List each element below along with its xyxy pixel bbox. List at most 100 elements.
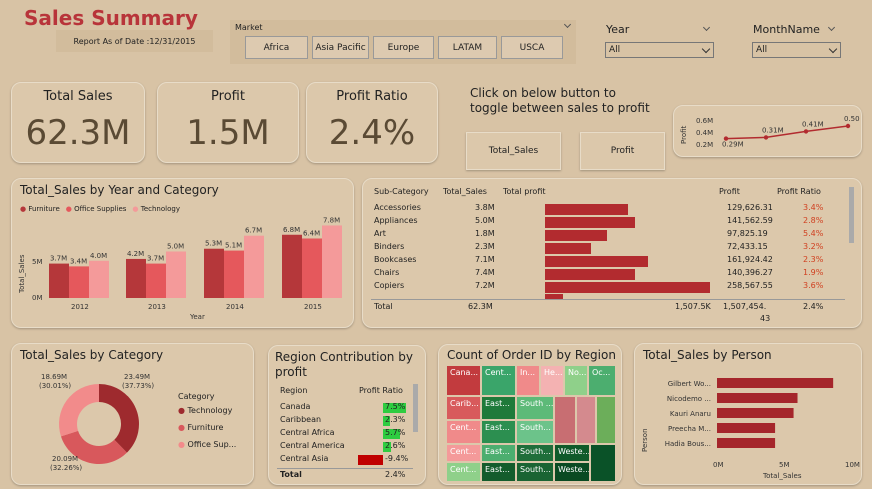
treemap-tile[interactable]: Cent... bbox=[447, 445, 480, 461]
table-row[interactable]: Caribbean 2.3% bbox=[269, 415, 425, 428]
row-subcategory: Binders bbox=[374, 242, 405, 251]
treemap-tile[interactable] bbox=[591, 445, 615, 481]
table-row[interactable]: Chairs 7.4M 140,396.27 1.9% bbox=[363, 268, 861, 281]
profit-bar bbox=[545, 217, 636, 228]
treemap-tile[interactable]: Cent... bbox=[482, 366, 515, 395]
donut-slice bbox=[59, 384, 99, 437]
treemap-tile[interactable]: East... bbox=[482, 445, 515, 461]
year-category-card: Total_Sales by Year and Category ● Furni… bbox=[11, 178, 354, 328]
table-row[interactable]: Art 1.8M 97,825.19 5.4% bbox=[363, 229, 861, 242]
treemap-tile[interactable]: Cana... bbox=[447, 366, 480, 395]
treemap-tile[interactable]: East... bbox=[482, 421, 515, 443]
treemap-tile[interactable]: In... bbox=[517, 366, 539, 395]
treemap-tile[interactable]: South... bbox=[517, 421, 553, 443]
market-usca-button[interactable]: USCA bbox=[501, 36, 563, 59]
kpi-profit: Profit 1.5M bbox=[157, 82, 299, 163]
treemap-tile[interactable]: East... bbox=[482, 463, 515, 481]
spark-label: 0.29M bbox=[722, 141, 744, 149]
row-subcategory: Appliances bbox=[374, 216, 418, 225]
treemap-tile[interactable]: Carib... bbox=[447, 397, 480, 419]
month-label: MonthName bbox=[753, 23, 820, 36]
treemap-tile[interactable]: Cent... bbox=[447, 421, 480, 443]
row-ratio: 2.3% bbox=[803, 255, 824, 264]
table-row[interactable]: Central Africa 5.7% bbox=[269, 428, 425, 441]
total-sales-button[interactable]: Total_Sales bbox=[466, 132, 561, 170]
treemap-tile[interactable]: He... bbox=[541, 366, 563, 395]
year-select[interactable]: All bbox=[605, 42, 714, 58]
table-row[interactable]: Bookcases 7.1M 161,924.42 2.3% bbox=[363, 255, 861, 268]
legend-technology: ● Technology bbox=[178, 406, 233, 415]
row-sales: 3.8M bbox=[475, 203, 495, 212]
market-asia-pacific-button[interactable]: Asia Pacific bbox=[312, 36, 369, 59]
bar-category: Gilbert Wo... bbox=[668, 380, 711, 388]
kpi-value: 1.5M bbox=[186, 113, 270, 153]
market-africa-button[interactable]: Africa bbox=[245, 36, 308, 59]
table-row[interactable]: Binders 2.3M 72,433.15 3.2% bbox=[363, 242, 861, 255]
treemap-tile[interactable]: Cent... bbox=[447, 463, 480, 481]
chart-title: Region Contribution by profit bbox=[275, 350, 413, 379]
spark-tick: 0.6M bbox=[696, 117, 713, 125]
col-profit[interactable]: Profit bbox=[719, 187, 740, 196]
legend-title: Category bbox=[178, 392, 215, 401]
treemap-tile[interactable] bbox=[597, 397, 615, 443]
market-latam-button[interactable]: LATAM bbox=[438, 36, 497, 59]
market-europe-button[interactable]: Europe bbox=[373, 36, 434, 59]
chevron-down-icon[interactable] bbox=[827, 23, 836, 32]
col-profit-ratio[interactable]: Profit Ratio bbox=[359, 386, 403, 395]
col-total-sales[interactable]: Total_Sales bbox=[443, 187, 487, 196]
kpi-total-sales: Total Sales 62.3M bbox=[11, 82, 145, 163]
bar bbox=[322, 225, 342, 298]
row-profit: 161,924.42 bbox=[727, 255, 773, 264]
row-profit: 141,562.59 bbox=[727, 216, 773, 225]
chevron-down-icon[interactable] bbox=[702, 23, 711, 32]
col-profit-ratio[interactable]: Profit Ratio bbox=[777, 187, 821, 196]
table-row[interactable]: Central Asia -9.4% bbox=[269, 454, 425, 467]
table-scrollbar[interactable] bbox=[413, 384, 418, 432]
treemap-tile[interactable]: East... bbox=[482, 397, 515, 419]
col-subcategory[interactable]: Sub-Category bbox=[374, 187, 429, 196]
bar-label: 6.8M bbox=[283, 226, 300, 234]
profit-button[interactable]: Profit bbox=[580, 132, 665, 170]
treemap-tile[interactable]: South ... bbox=[517, 397, 553, 419]
subcategory-table-card: Sub-Category Total_Sales Total profit Pr… bbox=[362, 178, 862, 328]
month-select[interactable]: All bbox=[752, 42, 841, 58]
donut-slice bbox=[99, 384, 139, 453]
report-date-text: Report As of Date :12/31/2015 bbox=[73, 36, 196, 46]
row-profit: 72,433.15 bbox=[727, 242, 768, 251]
row-subcategory: Accessories bbox=[374, 203, 421, 212]
table-row[interactable]: Central America 2.6% bbox=[269, 441, 425, 454]
bar bbox=[717, 408, 794, 418]
treemap-tile[interactable] bbox=[577, 397, 595, 443]
total-ratio: 2.4% bbox=[385, 470, 406, 479]
table-row[interactable]: Appliances 5.0M 141,562.59 2.8% bbox=[363, 216, 861, 229]
bar bbox=[282, 234, 302, 298]
slice-value: 20.09M bbox=[52, 455, 78, 463]
treemap-tile[interactable] bbox=[555, 397, 575, 443]
spark-point bbox=[763, 135, 769, 140]
profit-trend-card: Profit 0.6M 0.4M 0.2M 0.29M 0.31M 0.41M 0.5… bbox=[673, 105, 862, 157]
treemap-tile[interactable]: Oc... bbox=[589, 366, 615, 395]
treemap-tile[interactable]: No... bbox=[565, 366, 587, 395]
bar-label: 5.3M bbox=[205, 240, 222, 248]
col-total-profit[interactable]: Total profit bbox=[503, 187, 546, 196]
row-sales: 7.4M bbox=[475, 268, 495, 277]
bar bbox=[166, 251, 186, 298]
table-row[interactable]: Accessories 3.8M 129,626.31 3.4% bbox=[363, 203, 861, 216]
profit-bar bbox=[545, 243, 592, 254]
spark-line bbox=[725, 125, 849, 140]
treemap-tile[interactable]: Weste... bbox=[555, 463, 589, 481]
bar-label: 6.4M bbox=[303, 229, 320, 237]
treemap-tile[interactable]: South... bbox=[517, 463, 553, 481]
bar-label: 5.0M bbox=[167, 243, 184, 251]
table-row[interactable]: Canada 7.5% bbox=[269, 402, 425, 415]
chevron-down-icon[interactable] bbox=[563, 20, 572, 29]
col-region[interactable]: Region bbox=[280, 386, 307, 395]
treemap-tile[interactable]: South... bbox=[517, 445, 553, 461]
table-scrollbar[interactable] bbox=[849, 187, 854, 243]
table-row[interactable]: Copiers 7.2M 258,567.55 3.6% bbox=[363, 281, 861, 294]
spark-ylabel: Profit bbox=[680, 125, 688, 144]
row-profit: 258,567.55 bbox=[727, 281, 773, 290]
treemap-tile[interactable]: Weste... bbox=[555, 445, 589, 461]
bar bbox=[717, 378, 834, 388]
bar-label: 3.7M bbox=[50, 255, 67, 263]
